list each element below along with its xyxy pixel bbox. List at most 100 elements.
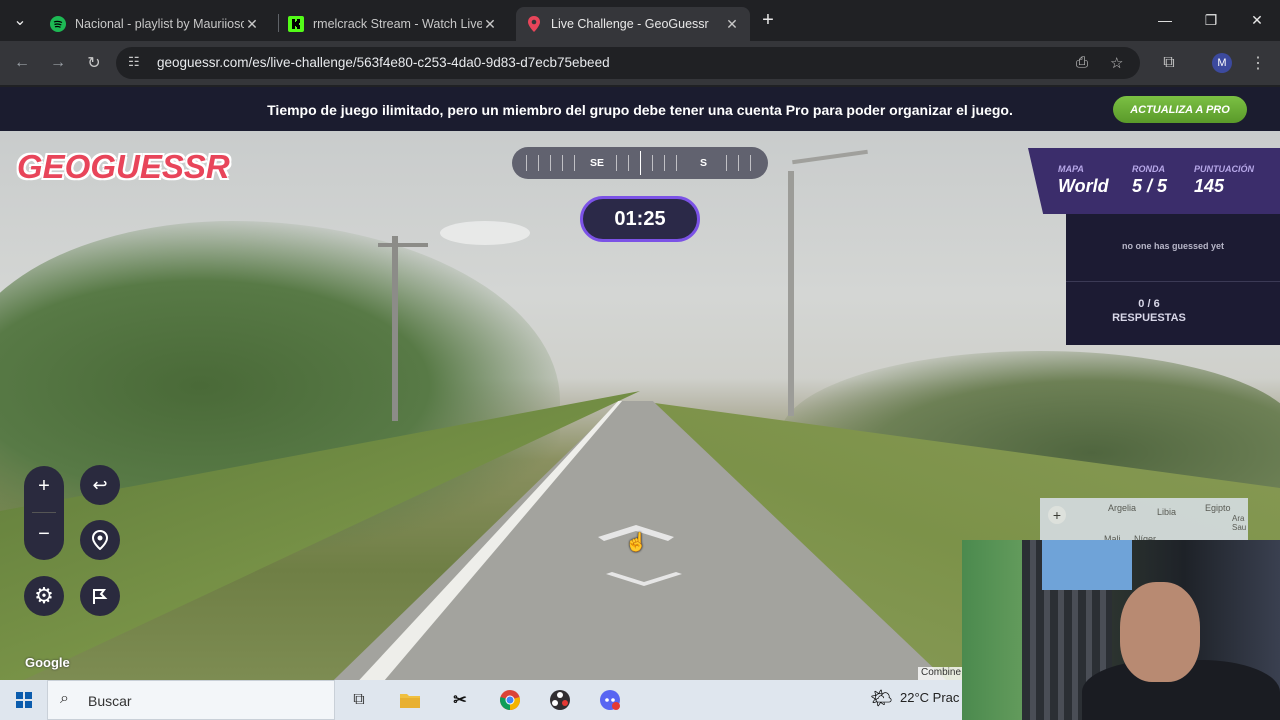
guesses-panel: no one has guessed yet 0 / 6 RESPUESTAS [1066,214,1280,345]
cloud [440,221,530,245]
windows-taskbar: ⌕ Buscar ⧉ ✂ 🌤 22°C Prac [0,680,962,720]
obs-icon[interactable] [548,688,572,712]
weather-icon: 🌤 [870,688,893,708]
panel-divider [1066,281,1280,282]
chrome-icon[interactable] [498,688,522,712]
compass-tick [750,155,751,171]
compass-tick [738,155,739,171]
windows-start-icon[interactable] [12,688,36,712]
compass-tick [628,155,629,171]
tab-kick[interactable]: rmelcrack Stream - Watch Live c ✕ [278,7,508,41]
browser-toolbar: ← → ↻ ☷ geoguessr.com/es/live-challenge/… [0,41,1280,85]
geoguessr-pin-icon [526,16,542,32]
spotify-icon [50,16,66,32]
settings-gear-icon[interactable]: ⚙ [24,576,64,616]
restore-icon[interactable]: ❐ [1196,8,1226,32]
search-icon: ⌕ [60,690,69,707]
compass-tick [562,155,563,171]
banner-text: Tiempo de juego ilimitado, pero un miemb… [267,102,1013,118]
minimize-icon[interactable]: — [1150,8,1180,32]
no-guesses-message: no one has guessed yet [1121,241,1225,251]
taskbar-search[interactable]: ⌕ Buscar [47,680,335,720]
tab-close-icon[interactable]: ✕ [244,16,260,33]
tab-title: rmelcrack Stream - Watch Live c [313,17,482,31]
weather-text[interactable]: 22°C Prac [900,690,959,705]
back-icon[interactable]: ← [10,51,34,75]
kick-icon [288,16,304,32]
compass-strip: SE S [512,147,768,179]
score-value: 145 [1194,176,1225,196]
forward-icon[interactable]: → [46,51,70,75]
new-tab-icon[interactable]: + [756,8,780,32]
compass-tick [526,155,527,171]
webcam-person-head [1120,582,1200,682]
compass-tick [616,155,617,171]
flag-icon[interactable] [80,576,120,616]
compass-tick [726,155,727,171]
menu-dots-icon[interactable]: ⋮ [1246,51,1270,75]
banner-message: Tiempo de juego ilimitado, pero un miemb… [0,102,1280,118]
geoguessr-logo: GEOGUESSR [17,148,230,185]
map-label-country: Argelia [1108,503,1137,513]
map-value: World [1058,176,1109,196]
install-app-icon[interactable]: ⎙ [1076,54,1088,71]
utility-pole [392,236,398,421]
tab-spotify[interactable]: Nacional - playlist by Mauriiosc ✕ [40,7,270,41]
compass-tick [652,155,653,171]
compass-tick [574,155,575,171]
address-bar[interactable]: ☷ geoguessr.com/es/live-challenge/563f4e… [116,47,1140,79]
compass-tick [664,155,665,171]
map-attribution: Combine [918,667,965,680]
minimap-zoom-icon[interactable]: + [1048,506,1066,524]
address-url[interactable]: geoguessr.com/es/live-challenge/563f4e80… [157,55,610,70]
compass-tick [550,155,551,171]
street-lamp-arm [792,149,868,165]
capcut-icon[interactable]: ✂ [448,688,472,712]
score-label: PUNTUACIÓN [1194,164,1254,174]
compass-label-s: S [700,157,708,169]
round-label: RONDA [1132,164,1165,174]
webcam-cloth [1042,540,1132,590]
zoom-in-icon[interactable]: + [24,466,64,506]
street-lamp [788,171,794,416]
round-timer: 01:25 [580,196,700,242]
tab-title: Live Challenge - GeoGuessr [551,17,709,31]
zoom-divider [32,512,56,513]
round-value: 5 / 5 [1132,176,1168,196]
compass-center-tick [640,151,641,175]
webcam-overlay [962,540,1280,720]
site-info-icon[interactable]: ☷ [128,54,140,70]
tab-close-icon[interactable]: ✕ [724,16,740,33]
undo-move-icon[interactable]: ↩ [80,465,120,505]
map-label-country: Libia [1157,507,1177,517]
search-placeholder[interactable]: Buscar [88,693,132,709]
file-explorer-icon[interactable] [398,688,422,712]
tab-close-icon[interactable]: ✕ [482,16,498,33]
map-label-country: Ara Sau [1232,514,1247,532]
guess-count-label: RESPUESTAS [1112,312,1186,324]
upgrade-pro-button[interactable]: ACTUALIZA A PRO [1113,96,1247,123]
close-window-icon[interactable]: ✕ [1242,8,1272,32]
tab-search-button[interactable]: ⌄ [8,8,32,32]
map-label: MAPA [1058,164,1084,174]
discord-icon[interactable] [598,688,622,712]
compass-tick [538,155,539,171]
utility-pole [378,243,428,247]
browser-tab-bar: ⌄ Nacional - playlist by Mauriiosc ✕ rme… [0,0,1280,41]
guess-minimap[interactable]: + Argelia Libia Egipto Ara Sau Mali Níge… [1040,498,1248,544]
move-backward-arrow-icon[interactable] [604,570,684,590]
return-to-start-icon[interactable] [80,520,120,560]
game-status-hud: MAPA World RONDA 5 / 5 PUNTUACIÓN 145 [1028,148,1280,214]
bookmark-star-icon[interactable]: ☆ [1110,54,1123,72]
map-label-country: Egipto [1205,503,1231,513]
tab-title: Nacional - playlist by Mauriiosc [75,17,244,31]
tab-geoguessr[interactable]: Live Challenge - GeoGuessr ✕ [516,7,750,41]
profile-avatar[interactable]: M [1212,53,1232,73]
extensions-icon[interactable]: ⧉ [1157,51,1181,75]
pro-banner: Tiempo de juego ilimitado, pero un miemb… [0,87,1280,131]
task-view-icon[interactable]: ⧉ [347,688,371,712]
reload-icon[interactable]: ↻ [82,51,106,75]
compass-label-se: SE [590,157,605,169]
guess-count: 0 / 6 [1138,298,1160,310]
zoom-out-icon[interactable]: − [24,514,64,554]
